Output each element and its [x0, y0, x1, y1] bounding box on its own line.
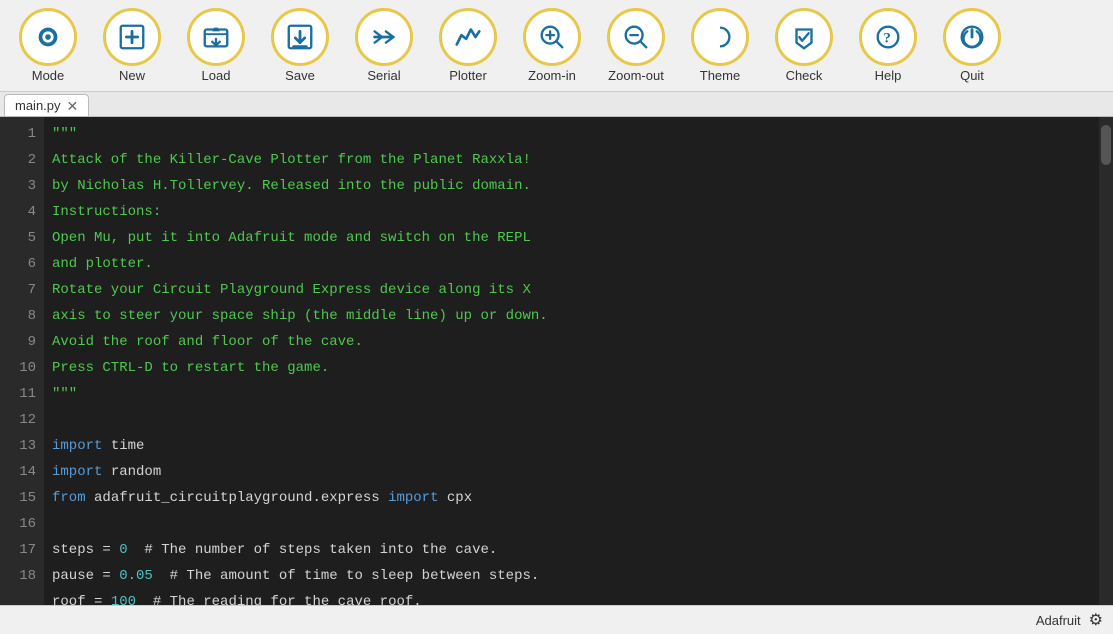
help-icon: ? — [859, 8, 917, 66]
plotter-label: Plotter — [449, 68, 487, 83]
svg-text:?: ? — [883, 31, 891, 47]
mode-status: Adafruit — [1036, 613, 1081, 628]
quit-icon — [943, 8, 1001, 66]
zoom-in-icon — [523, 8, 581, 66]
line-numbers: 1 2 3 4 5 6 7 8 9 10 11 12 13 14 15 16 1… — [0, 117, 44, 605]
serial-button[interactable]: Serial — [344, 4, 424, 87]
new-label: New — [119, 68, 145, 83]
help-button[interactable]: ? Help — [848, 4, 928, 87]
toolbar: Mode New Load — [0, 0, 1113, 92]
new-button[interactable]: New — [92, 4, 172, 87]
plotter-icon — [439, 8, 497, 66]
zoom-out-label: Zoom-out — [608, 68, 664, 83]
check-label: Check — [786, 68, 823, 83]
statusbar: Adafruit ⚙ — [0, 605, 1113, 634]
serial-label: Serial — [367, 68, 400, 83]
load-button[interactable]: Load — [176, 4, 256, 87]
mode-label: Mode — [32, 68, 65, 83]
zoom-out-icon — [607, 8, 665, 66]
file-tab[interactable]: main.py ✕ — [4, 94, 89, 116]
tab-close-button[interactable]: ✕ — [67, 99, 79, 113]
theme-button[interactable]: Theme — [680, 4, 760, 87]
load-icon — [187, 8, 245, 66]
check-button[interactable]: Check — [764, 4, 844, 87]
scroll-thumb[interactable] — [1101, 125, 1111, 165]
serial-icon — [355, 8, 413, 66]
save-icon — [271, 8, 329, 66]
zoom-in-label: Zoom-in — [528, 68, 576, 83]
tabbar: main.py ✕ — [0, 92, 1113, 117]
theme-icon — [691, 8, 749, 66]
check-icon — [775, 8, 833, 66]
zoom-out-button[interactable]: Zoom-out — [596, 4, 676, 87]
plotter-button[interactable]: Plotter — [428, 4, 508, 87]
save-label: Save — [285, 68, 315, 83]
scrollbar[interactable] — [1099, 117, 1113, 605]
quit-button[interactable]: Quit — [932, 4, 1012, 87]
theme-label: Theme — [700, 68, 740, 83]
help-label: Help — [875, 68, 902, 83]
mode-button[interactable]: Mode — [8, 4, 88, 87]
zoom-in-button[interactable]: Zoom-in — [512, 4, 592, 87]
gear-icon[interactable]: ⚙ — [1089, 610, 1103, 630]
code-editor[interactable]: """ Attack of the Killer-Cave Plotter fr… — [44, 117, 1099, 605]
editor-area: 1 2 3 4 5 6 7 8 9 10 11 12 13 14 15 16 1… — [0, 117, 1113, 605]
new-icon — [103, 8, 161, 66]
tab-filename: main.py — [15, 98, 61, 113]
quit-label: Quit — [960, 68, 984, 83]
load-label: Load — [202, 68, 231, 83]
mode-icon — [19, 8, 77, 66]
save-button[interactable]: Save — [260, 4, 340, 87]
